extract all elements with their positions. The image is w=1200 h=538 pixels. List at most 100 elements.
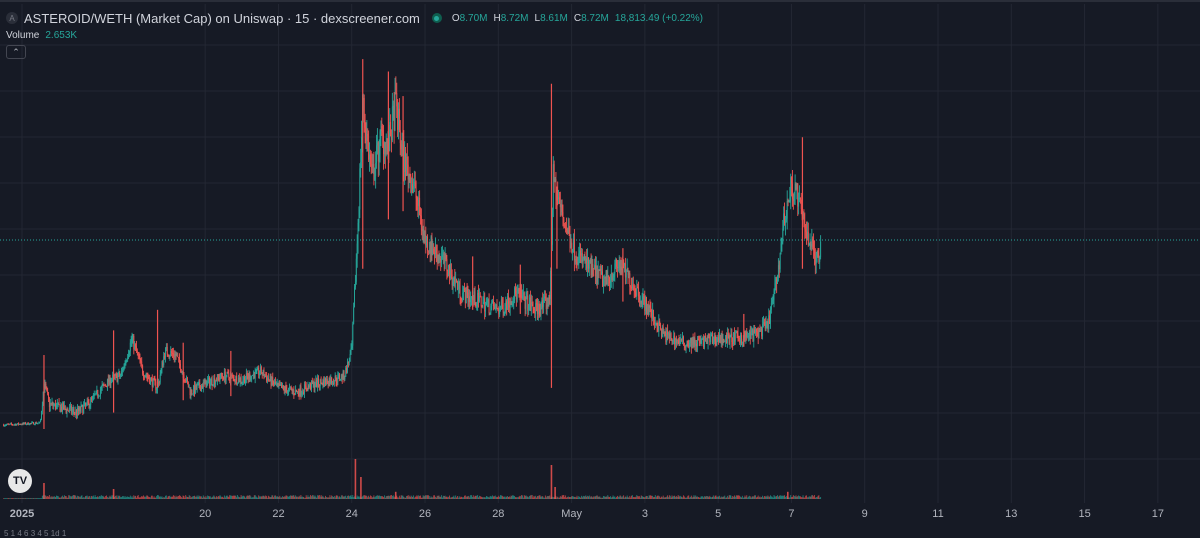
candle-body: [39, 421, 41, 423]
candle-body: [766, 321, 768, 323]
candle-body: [496, 305, 498, 309]
candle-body: [537, 303, 539, 314]
candle-body: [750, 331, 752, 339]
volume-bar: [343, 496, 345, 499]
volume-bar: [811, 495, 813, 499]
volume-bar: [641, 496, 643, 499]
candle-body: [589, 259, 591, 261]
candle-body: [421, 227, 423, 232]
candle-body: [284, 386, 286, 391]
candle-body: [761, 328, 763, 337]
candle-body: [247, 376, 249, 379]
candle-body: [271, 377, 273, 386]
candle-body: [155, 381, 157, 390]
candle-body: [222, 375, 224, 378]
candle-body: [306, 389, 308, 392]
candle-body: [318, 384, 320, 386]
volume-bar: [167, 496, 169, 499]
volume-bar: [62, 495, 64, 499]
candle-body: [132, 335, 134, 338]
volume-bar: [89, 496, 91, 499]
volume-bar: [674, 495, 676, 499]
candle-body: [795, 183, 797, 190]
volume-legend: Volume 2.653K: [6, 30, 77, 41]
volume-bar: [425, 495, 427, 499]
volume-bar: [595, 496, 596, 499]
volume-bar: [265, 495, 267, 499]
candle-body: [691, 337, 693, 349]
volume-bar: [796, 496, 798, 499]
candle-body: [138, 355, 140, 357]
volume-bar: [530, 495, 532, 499]
candle-body: [522, 295, 523, 299]
volume-bar: [415, 496, 417, 499]
candle-body: [712, 340, 714, 344]
volume-bar: [398, 497, 399, 499]
candle-body: [579, 250, 581, 254]
bottom-toolbar[interactable]: 5 1 4 6 3 4 5 1d 1: [4, 529, 66, 538]
candle-body: [479, 295, 481, 297]
candle-body: [320, 379, 322, 383]
volume-bar: [248, 495, 250, 499]
volume-bar: [723, 496, 725, 499]
candle-body: [596, 265, 598, 284]
volume-bar: [773, 495, 775, 499]
volume-bar: [695, 495, 697, 499]
volume-bar: [382, 496, 384, 499]
collapse-legend-button[interactable]: ⌃: [6, 45, 26, 59]
candle-body: [430, 237, 432, 254]
volume-bar: [344, 496, 346, 499]
candle-body: [44, 383, 46, 388]
volume-bar: [791, 497, 793, 499]
candle-body: [214, 378, 216, 385]
volume-bar: [539, 495, 541, 499]
chart-canvas[interactable]: 2025 20 22 24 26 28 May 3 5 7 9 11 13 15 17: [0, 0, 1200, 536]
candle-body: [506, 301, 508, 310]
volume-bar: [278, 497, 280, 499]
volume-bar: [376, 495, 377, 499]
candle-body: [524, 299, 526, 309]
x-tick-label: 15: [1078, 508, 1090, 520]
volume-bar: [804, 497, 806, 499]
volume-bar: [282, 497, 284, 499]
candle-body: [415, 182, 417, 199]
volume-bar: [404, 497, 406, 499]
candle-body: [278, 384, 280, 385]
candle-body: [667, 330, 669, 335]
volume-bar: [808, 496, 810, 499]
tradingview-logo-icon[interactable]: TV: [8, 469, 32, 493]
volume-bar: [779, 495, 781, 499]
candle-body: [738, 337, 740, 340]
candle-body: [234, 380, 236, 382]
volume-bar: [143, 496, 145, 499]
volume-bar: [327, 497, 329, 499]
candle-body: [643, 296, 645, 298]
candle-body: [124, 363, 126, 365]
volume-bar: [217, 496, 219, 499]
volume-spike: [112, 489, 115, 499]
candle-body: [639, 300, 641, 303]
candle-body: [324, 378, 326, 387]
candle-body: [675, 338, 677, 344]
volume-bar: [541, 496, 543, 499]
candle-body: [64, 405, 66, 409]
candle-body: [744, 332, 746, 338]
volume-bar: [639, 497, 641, 499]
candle-body: [119, 372, 121, 377]
candle-body: [662, 327, 664, 333]
volume-bar: [517, 497, 519, 499]
candle-body: [145, 375, 147, 377]
candle-body: [720, 333, 722, 343]
volume-bar: [216, 496, 217, 499]
candle-body: [92, 396, 93, 399]
candle-body: [171, 351, 173, 353]
volume-bar: [637, 496, 639, 499]
candle-body: [606, 270, 608, 278]
volume-bar: [789, 497, 791, 499]
candle-body: [566, 229, 568, 234]
volume-bar: [518, 496, 520, 499]
volume-bar: [226, 495, 228, 499]
candle-body: [640, 300, 642, 304]
volume-bar: [726, 497, 727, 499]
volume-bar: [16, 498, 18, 499]
